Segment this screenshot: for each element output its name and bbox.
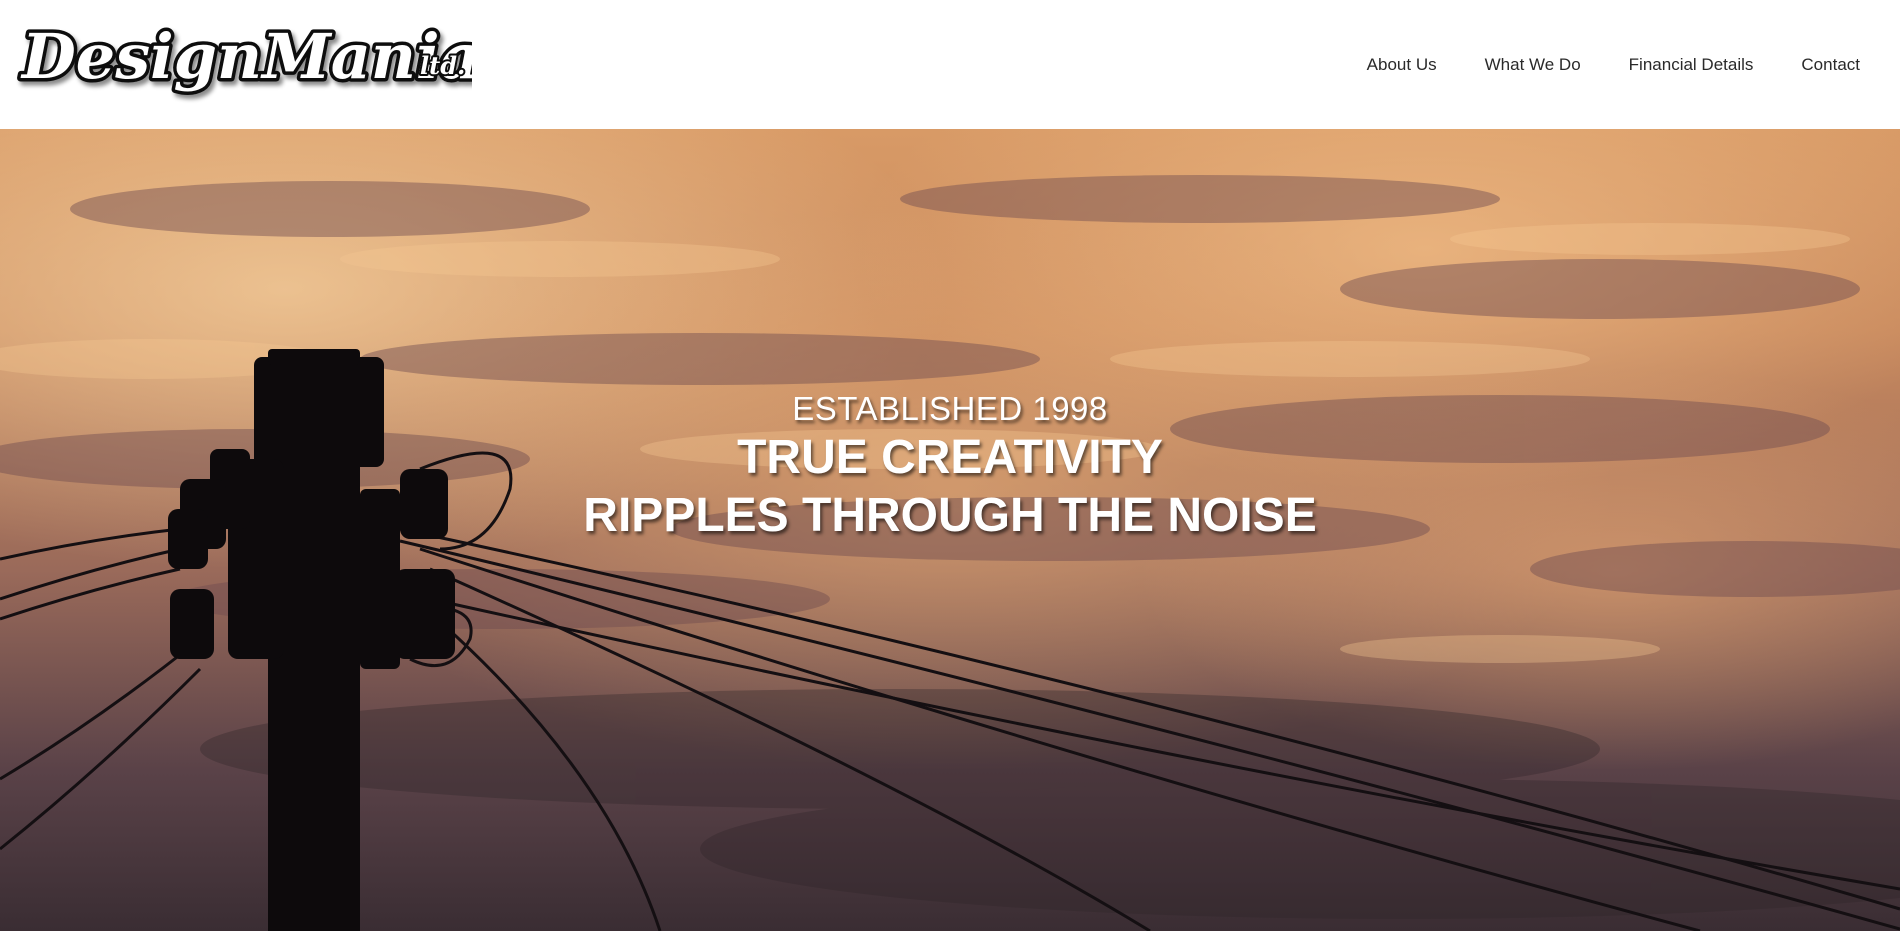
brand-logo[interactable]: DesignMania ltd.	[12, 6, 473, 106]
site-header: DesignMania ltd. About Us What We Do Fin…	[0, 0, 1900, 129]
logo-wordmark: DesignMania	[20, 20, 472, 93]
logo-suffix: ltd.	[420, 51, 465, 80]
hero-banner: ESTABLISHED 1998 TRUE CREATIVITY RIPPLES…	[0, 129, 1900, 931]
brand-logo-image: DesignMania ltd.	[17, 17, 473, 97]
hero-headline-line1: TRUE CREATIVITY	[737, 431, 1163, 484]
nav-financial-details[interactable]: Financial Details	[1629, 55, 1754, 75]
nav-about-us[interactable]: About Us	[1367, 55, 1437, 75]
nav-what-we-do[interactable]: What We Do	[1485, 55, 1581, 75]
hero-text-block: ESTABLISHED 1998 TRUE CREATIVITY RIPPLES…	[0, 389, 1900, 545]
hero-headline-line2: RIPPLES THROUGH THE NOISE	[583, 489, 1317, 542]
main-nav: About Us What We Do Financial Details Co…	[1319, 0, 1900, 129]
nav-contact[interactable]: Contact	[1801, 55, 1860, 75]
hero-eyebrow: ESTABLISHED 1998	[792, 390, 1108, 427]
